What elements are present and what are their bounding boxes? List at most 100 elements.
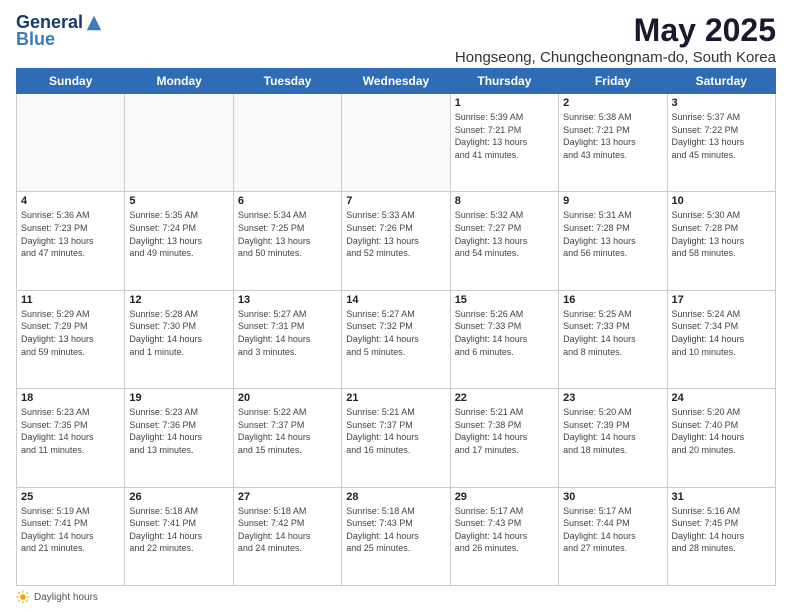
calendar-cell [17, 94, 125, 192]
day-info: Sunrise: 5:18 AM Sunset: 7:43 PM Dayligh… [346, 505, 445, 555]
day-info: Sunrise: 5:28 AM Sunset: 7:30 PM Dayligh… [129, 308, 228, 358]
day-info: Sunrise: 5:16 AM Sunset: 7:45 PM Dayligh… [672, 505, 771, 555]
calendar-cell: 8Sunrise: 5:32 AM Sunset: 7:27 PM Daylig… [450, 192, 558, 290]
calendar-cell: 13 Sunrise: 5:27 AM Sunset: 7:31 PM Dayli… [233, 290, 341, 388]
day-info: Sunrise: 5:18 AM Sunset: 7:42 PM Dayligh… [238, 505, 337, 555]
day-number: 7 [346, 195, 445, 207]
calendar-cell: 12 Sunrise: 5:28 AM Sunset: 7:30 PM Dayli… [125, 290, 233, 388]
col-header-wednesday: Wednesday [342, 69, 450, 94]
day-info: Sunrise: 5:31 AM Sunset: 7:28 PM Dayligh… [563, 209, 662, 259]
day-info: Sunrise: 5:27 AM Sunset: 7:32 PM Dayligh… [346, 308, 445, 358]
calendar-cell: 7 Sunrise: 5:33 AM Sunset: 7:26 PM Daylig… [342, 192, 450, 290]
day-info: Sunrise: 5:20 AM Sunset: 7:39 PM Dayligh… [563, 406, 662, 456]
calendar-cell: 6 Sunrise: 5:34 AM Sunset: 7:25 PM Daylig… [233, 192, 341, 290]
day-info: Sunrise: 5:17 AM Sunset: 7:43 PM Dayligh… [455, 505, 554, 555]
day-number: 16 [563, 294, 662, 306]
day-info: Sunrise: 5:38 AM Sunset: 7:21 PM Dayligh… [563, 111, 662, 161]
day-number: 31 [672, 491, 771, 503]
calendar-cell: 27Sunrise: 5:18 AM Sunset: 7:42 PM Dayli… [233, 487, 341, 585]
col-header-friday: Friday [559, 69, 667, 94]
day-info: Sunrise: 5:21 AM Sunset: 7:37 PM Dayligh… [346, 406, 445, 456]
day-number: 29 [455, 491, 554, 503]
calendar-week-row: 11 Sunrise: 5:29 AM Sunset: 7:29 PM Dayli… [17, 290, 776, 388]
calendar-cell: 4 Sunrise: 5:36 AM Sunset: 7:23 PM Daylig… [17, 192, 125, 290]
calendar-cell: 16Sunrise: 5:25 AM Sunset: 7:33 PM Dayli… [559, 290, 667, 388]
day-number: 2 [563, 97, 662, 109]
calendar-cell: 21 Sunrise: 5:21 AM Sunset: 7:37 PM Dayli… [342, 389, 450, 487]
day-number: 17 [672, 294, 771, 306]
calendar-cell: 14 Sunrise: 5:27 AM Sunset: 7:32 PM Dayli… [342, 290, 450, 388]
day-number: 26 [129, 491, 228, 503]
title-section: May 2025 Hongseong, Chungcheongnam-do, S… [103, 12, 776, 66]
day-number: 4 [21, 195, 120, 207]
day-number: 12 [129, 294, 228, 306]
day-info: Sunrise: 5:24 AM Sunset: 7:34 PM Dayligh… [672, 308, 771, 358]
day-number: 5 [129, 195, 228, 207]
day-info: Sunrise: 5:35 AM Sunset: 7:24 PM Dayligh… [129, 209, 228, 259]
calendar-cell: 22Sunrise: 5:21 AM Sunset: 7:38 PM Dayli… [450, 389, 558, 487]
day-info: Sunrise: 5:23 AM Sunset: 7:35 PM Dayligh… [21, 406, 120, 456]
calendar-cell: 3Sunrise: 5:37 AM Sunset: 7:22 PM Daylig… [667, 94, 775, 192]
calendar-week-row: 1Sunrise: 5:39 AM Sunset: 7:21 PM Daylig… [17, 94, 776, 192]
calendar-cell: 30 Sunrise: 5:17 AM Sunset: 7:44 PM Dayli… [559, 487, 667, 585]
day-number: 30 [563, 491, 662, 503]
col-header-monday: Monday [125, 69, 233, 94]
calendar-cell: 11 Sunrise: 5:29 AM Sunset: 7:29 PM Dayli… [17, 290, 125, 388]
day-number: 22 [455, 392, 554, 404]
day-number: 6 [238, 195, 337, 207]
calendar-cell [342, 94, 450, 192]
calendar-cell: 17 Sunrise: 5:24 AM Sunset: 7:34 PM Dayli… [667, 290, 775, 388]
col-header-thursday: Thursday [450, 69, 558, 94]
calendar-header-row: SundayMondayTuesdayWednesdayThursdayFrid… [17, 69, 776, 94]
col-header-saturday: Saturday [667, 69, 775, 94]
calendar-cell: 28 Sunrise: 5:18 AM Sunset: 7:43 PM Dayli… [342, 487, 450, 585]
logo-icon [85, 14, 103, 32]
logo-blue-text: Blue [16, 29, 55, 50]
day-info: Sunrise: 5:22 AM Sunset: 7:37 PM Dayligh… [238, 406, 337, 456]
day-number: 21 [346, 392, 445, 404]
calendar-cell: 5 Sunrise: 5:35 AM Sunset: 7:24 PM Daylig… [125, 192, 233, 290]
day-info: Sunrise: 5:18 AM Sunset: 7:41 PM Dayligh… [129, 505, 228, 555]
calendar-week-row: 18 Sunrise: 5:23 AM Sunset: 7:35 PM Dayli… [17, 389, 776, 487]
calendar-cell: 29 Sunrise: 5:17 AM Sunset: 7:43 PM Dayli… [450, 487, 558, 585]
day-info: Sunrise: 5:17 AM Sunset: 7:44 PM Dayligh… [563, 505, 662, 555]
calendar-cell: 2 Sunrise: 5:38 AM Sunset: 7:21 PM Daylig… [559, 94, 667, 192]
day-number: 14 [346, 294, 445, 306]
calendar-cell [233, 94, 341, 192]
location-subtitle: Hongseong, Chungcheongnam-do, South Kore… [103, 49, 776, 66]
calendar-cell: 9 Sunrise: 5:31 AM Sunset: 7:28 PM Daylig… [559, 192, 667, 290]
day-number: 11 [21, 294, 120, 306]
day-info: Sunrise: 5:36 AM Sunset: 7:23 PM Dayligh… [21, 209, 120, 259]
calendar-cell: 25 Sunrise: 5:19 AM Sunset: 7:41 PM Dayli… [17, 487, 125, 585]
day-number: 13 [238, 294, 337, 306]
day-number: 20 [238, 392, 337, 404]
calendar-cell: 23Sunrise: 5:20 AM Sunset: 7:39 PM Dayli… [559, 389, 667, 487]
day-number: 24 [672, 392, 771, 404]
month-title: May 2025 [103, 12, 776, 49]
day-number: 10 [672, 195, 771, 207]
footer-note: Daylight hours [16, 590, 776, 604]
footer-label: Daylight hours [34, 592, 98, 603]
day-info: Sunrise: 5:32 AM Sunset: 7:27 PM Dayligh… [455, 209, 554, 259]
day-info: Sunrise: 5:30 AM Sunset: 7:28 PM Dayligh… [672, 209, 771, 259]
col-header-tuesday: Tuesday [233, 69, 341, 94]
day-number: 19 [129, 392, 228, 404]
day-number: 28 [346, 491, 445, 503]
calendar-table: SundayMondayTuesdayWednesdayThursdayFrid… [16, 68, 776, 586]
day-info: Sunrise: 5:34 AM Sunset: 7:25 PM Dayligh… [238, 209, 337, 259]
day-number: 25 [21, 491, 120, 503]
calendar-cell: 19Sunrise: 5:23 AM Sunset: 7:36 PM Dayli… [125, 389, 233, 487]
day-info: Sunrise: 5:33 AM Sunset: 7:26 PM Dayligh… [346, 209, 445, 259]
page: General Blue May 2025 Hongseong, Chungch… [0, 0, 792, 612]
day-number: 18 [21, 392, 120, 404]
day-info: Sunrise: 5:20 AM Sunset: 7:40 PM Dayligh… [672, 406, 771, 456]
day-info: Sunrise: 5:27 AM Sunset: 7:31 PM Dayligh… [238, 308, 337, 358]
col-header-sunday: Sunday [17, 69, 125, 94]
calendar-week-row: 4 Sunrise: 5:36 AM Sunset: 7:23 PM Daylig… [17, 192, 776, 290]
calendar-cell: 24 Sunrise: 5:20 AM Sunset: 7:40 PM Dayli… [667, 389, 775, 487]
sun-icon [16, 590, 30, 604]
calendar-cell: 18 Sunrise: 5:23 AM Sunset: 7:35 PM Dayli… [17, 389, 125, 487]
day-number: 9 [563, 195, 662, 207]
day-info: Sunrise: 5:29 AM Sunset: 7:29 PM Dayligh… [21, 308, 120, 358]
day-info: Sunrise: 5:19 AM Sunset: 7:41 PM Dayligh… [21, 505, 120, 555]
